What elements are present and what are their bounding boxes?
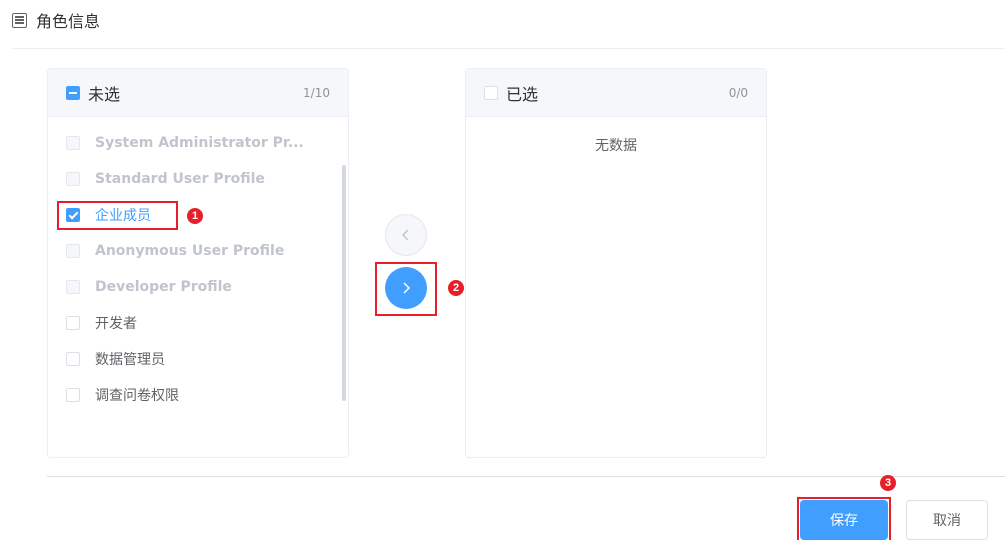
- item-checkbox: [66, 280, 80, 294]
- item-label[interactable]: 调查问卷权限: [95, 385, 179, 405]
- select-all-unselected-checkbox[interactable]: [66, 85, 80, 100]
- bottom-divider: [47, 476, 1005, 477]
- list-icon: [12, 12, 27, 28]
- list-scrollbar[interactable]: [342, 165, 346, 401]
- unselected-list[interactable]: System Administrator Pr... Standard User…: [48, 117, 348, 413]
- list-item: Anonymous User Profile: [48, 233, 348, 269]
- select-all-selected-checkbox[interactable]: [484, 85, 498, 100]
- list-item[interactable]: 调查问卷权限: [48, 377, 348, 413]
- item-label[interactable]: 数据管理员: [95, 349, 165, 369]
- item-label: Anonymous User Profile: [95, 243, 285, 259]
- callout-badge-1: 1: [187, 208, 203, 224]
- cancel-button[interactable]: 取消: [906, 500, 988, 540]
- section-header: 角色信息: [12, 8, 100, 32]
- item-checkbox[interactable]: [66, 352, 80, 366]
- list-item: System Administrator Pr...: [48, 125, 348, 161]
- top-divider: [12, 48, 1005, 49]
- item-label[interactable]: 开发者: [95, 313, 137, 333]
- selected-panel-header: 已选 0/0: [466, 69, 766, 117]
- list-item[interactable]: 开发者: [48, 305, 348, 341]
- callout-box-1: [57, 201, 178, 230]
- callout-box-3: [797, 497, 891, 540]
- empty-state-text: 无数据: [595, 138, 637, 154]
- selected-panel: 已选 0/0 无数据: [465, 68, 767, 458]
- item-checkbox: [66, 172, 80, 186]
- callout-box-2: [375, 262, 437, 316]
- unselected-panel: 未选 1/10 System Administrator Pr... Stand…: [47, 68, 349, 458]
- selected-count: 0/0: [728, 85, 748, 100]
- move-left-button[interactable]: [385, 214, 427, 256]
- unselected-panel-header: 未选 1/10: [48, 69, 348, 117]
- section-title: 角色信息: [36, 12, 101, 31]
- item-label: System Administrator Pr...: [95, 135, 304, 151]
- list-item: Standard User Profile: [48, 161, 348, 197]
- item-label: Developer Profile: [95, 279, 232, 295]
- callout-badge-2: 2: [448, 280, 464, 296]
- item-checkbox: [66, 244, 80, 258]
- chevron-left-icon: [401, 229, 409, 241]
- selected-panel-title: 已选: [506, 84, 539, 104]
- item-checkbox[interactable]: [66, 388, 80, 402]
- unselected-panel-title: 未选: [88, 84, 121, 104]
- item-checkbox: [66, 136, 80, 150]
- list-item: Developer Profile: [48, 269, 348, 305]
- list-item[interactable]: 数据管理员: [48, 341, 348, 377]
- callout-badge-3: 3: [880, 475, 896, 491]
- item-label: Standard User Profile: [95, 171, 265, 187]
- unselected-count: 1/10: [303, 85, 330, 100]
- item-checkbox[interactable]: [66, 316, 80, 330]
